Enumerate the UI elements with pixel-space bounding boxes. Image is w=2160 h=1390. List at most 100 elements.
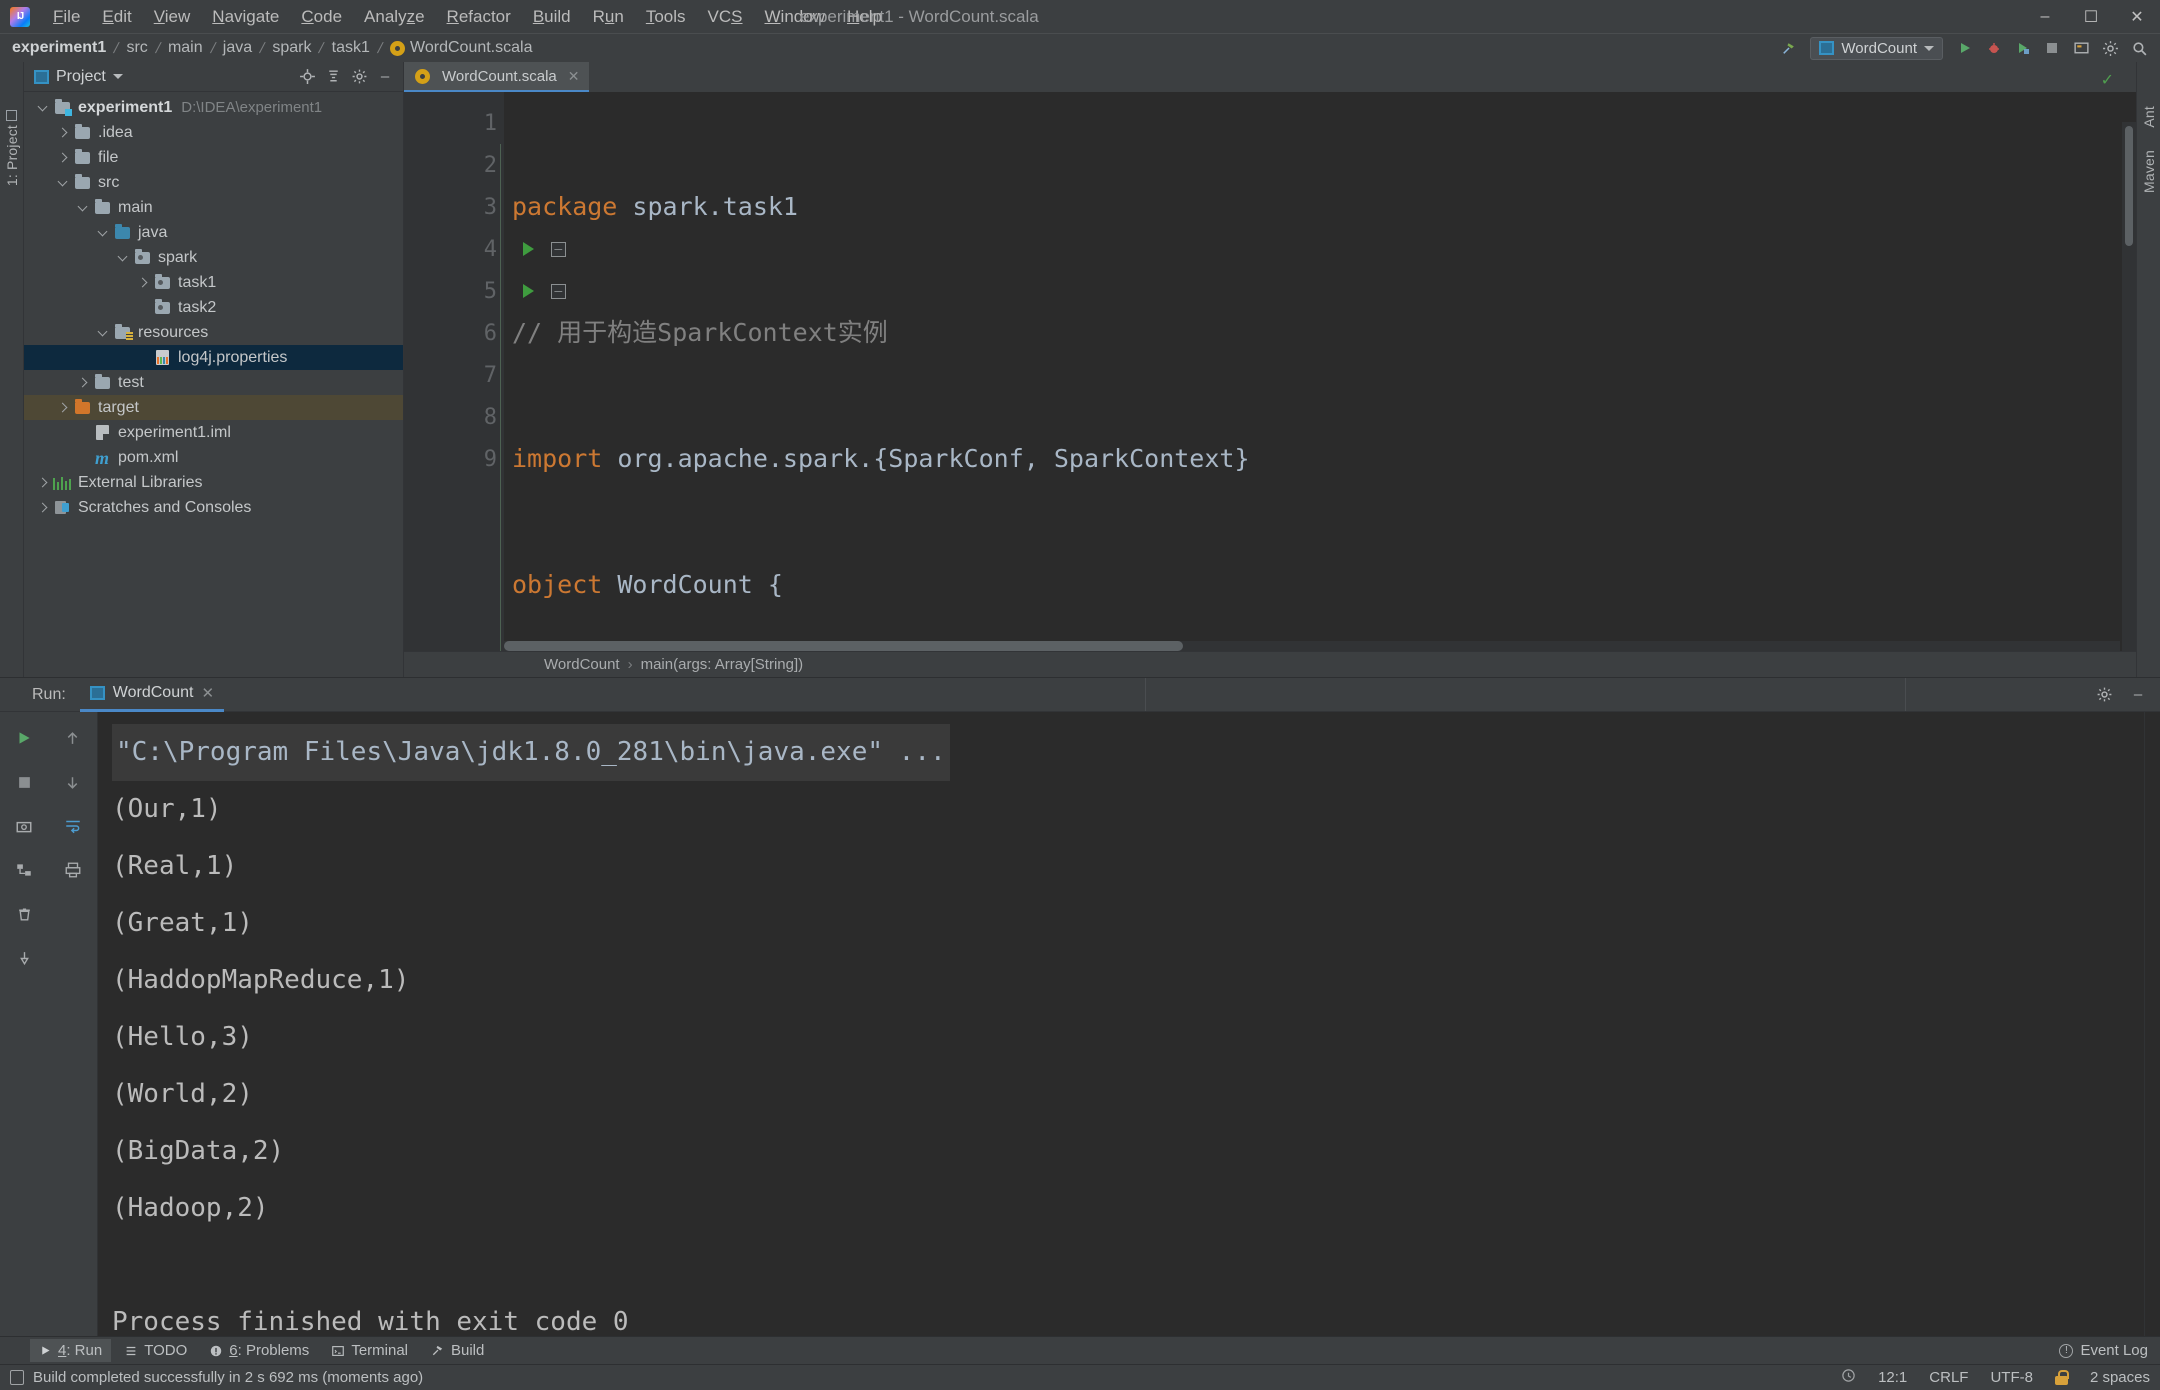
tab-build[interactable]: Build (421, 1339, 493, 1362)
run-console-scrollbar[interactable] (2144, 712, 2160, 1336)
editor-tab-wordcount-scala[interactable]: WordCount.scala ✕ (404, 62, 589, 92)
scroll-up-icon[interactable] (59, 724, 87, 752)
menu-tools[interactable]: Tools (635, 3, 697, 31)
collapse-all-icon[interactable] (321, 65, 345, 89)
breadcrumb-item-src[interactable]: src (126, 39, 147, 57)
print-screenshot-icon[interactable] (10, 812, 38, 840)
twisty-down-icon[interactable] (92, 331, 112, 335)
breadcrumb-item-project[interactable]: experiment1 (12, 39, 106, 57)
menu-build[interactable]: Build (522, 3, 582, 31)
tree-row[interactable]: task1 (24, 270, 403, 295)
tab-run[interactable]: 4: Run (30, 1339, 111, 1362)
tree-row[interactable]: java (24, 220, 403, 245)
twisty-down-icon[interactable] (32, 106, 52, 110)
tab-todo[interactable]: TODO (115, 1339, 196, 1362)
close-icon[interactable]: ✕ (568, 68, 580, 85)
tree-row[interactable]: resources (24, 320, 403, 345)
run-icon[interactable] (1952, 36, 1978, 60)
close-icon[interactable]: ✕ (201, 684, 214, 702)
settings-icon[interactable] (2092, 683, 2116, 707)
code-text[interactable]: package spark.task1 // 用于构造SparkContext实… (504, 92, 2136, 651)
debug-icon[interactable] (1981, 36, 2007, 60)
tree-row[interactable]: experiment1.iml (24, 420, 403, 445)
editor-gutter[interactable]: 1 2 3 4 – 5 – 6 7 8 9 (404, 92, 504, 651)
twisty-right-icon[interactable] (72, 379, 92, 386)
tree-row[interactable]: External Libraries (24, 470, 403, 495)
menu-view[interactable]: View (143, 3, 202, 31)
build-hammer-icon[interactable] (1775, 36, 1801, 60)
tree-row[interactable]: Scratches and Consoles (24, 495, 403, 520)
tree-row[interactable]: main (24, 195, 403, 220)
stop-icon[interactable] (10, 768, 38, 796)
tab-problems[interactable]: 6: Problems (200, 1339, 318, 1362)
tree-row[interactable]: target (24, 395, 403, 420)
menu-navigate[interactable]: Navigate (201, 3, 290, 31)
run-configuration-selector[interactable]: WordCount (1810, 37, 1943, 60)
maximize-button[interactable]: ☐ (2068, 0, 2114, 33)
breadcrumb-item-spark[interactable]: spark (272, 39, 311, 57)
file-encoding[interactable]: UTF-8 (1990, 1369, 2033, 1386)
breadcrumb-item-main[interactable]: main (168, 39, 203, 57)
code-editor[interactable]: 1 2 3 4 – 5 – 6 7 8 9 (404, 92, 2136, 651)
sidebar-item-project[interactable]: 1: Project (4, 110, 20, 186)
tree-row[interactable]: file (24, 145, 403, 170)
tree-row[interactable]: src (24, 170, 403, 195)
stop-icon[interactable] (2039, 36, 2065, 60)
breadcrumb-item-method[interactable]: main(args: Array[String]) (641, 656, 804, 673)
twisty-right-icon[interactable] (32, 504, 52, 511)
breadcrumb-item-java[interactable]: java (223, 39, 252, 57)
twisty-right-icon[interactable] (32, 479, 52, 486)
breadcrumb-item-task1[interactable]: task1 (332, 39, 370, 57)
twisty-right-icon[interactable] (52, 129, 72, 136)
menu-edit[interactable]: Edit (91, 3, 142, 31)
settings-icon[interactable] (347, 65, 371, 89)
event-log-button[interactable]: ! Event Log (2059, 1342, 2148, 1359)
sidebar-item-maven[interactable]: Maven (2141, 150, 2157, 193)
twisty-down-icon[interactable] (112, 256, 132, 260)
editor-horizontal-scrollbar[interactable] (504, 641, 2120, 651)
status-message-group[interactable]: Build completed successfully in 2 s 692 … (10, 1369, 423, 1386)
hide-icon[interactable]: – (373, 65, 397, 89)
dump-threads-icon[interactable] (10, 856, 38, 884)
close-button[interactable]: ✕ (2114, 0, 2160, 33)
twisty-down-icon[interactable] (72, 206, 92, 210)
tree-row-selected[interactable]: log4j.properties (24, 345, 403, 370)
project-panel-title-group[interactable]: Project (34, 68, 123, 86)
menu-code[interactable]: Code (290, 3, 353, 31)
menu-run[interactable]: Run (582, 3, 635, 31)
breadcrumb-item-object[interactable]: WordCount (544, 656, 620, 673)
line-separator[interactable]: CRLF (1929, 1369, 1968, 1386)
menu-analyze[interactable]: Analyze (353, 3, 436, 31)
locate-icon[interactable] (295, 65, 319, 89)
editor-vertical-scrollbar[interactable] (2122, 122, 2136, 651)
read-only-lock-icon[interactable] (2055, 1370, 2068, 1385)
minimize-button[interactable]: – (2022, 0, 2068, 33)
caret-position[interactable]: 12:1 (1878, 1369, 1907, 1386)
search-everywhere-icon[interactable] (2068, 36, 2094, 60)
twisty-right-icon[interactable] (52, 154, 72, 161)
pin-icon[interactable] (10, 944, 38, 972)
tab-terminal[interactable]: Terminal (322, 1339, 417, 1362)
twisty-right-icon[interactable] (52, 404, 72, 411)
indent-setting[interactable]: 2 spaces (2090, 1369, 2150, 1386)
menu-refactor[interactable]: Refactor (436, 3, 522, 31)
tree-row[interactable]: .idea (24, 120, 403, 145)
tree-row[interactable]: experiment1 D:\IDEA\experiment1 (24, 95, 403, 120)
tree-row[interactable]: spark (24, 245, 403, 270)
hide-icon[interactable]: – (2126, 683, 2150, 707)
run-tab-wordcount[interactable]: WordCount ✕ (80, 678, 224, 712)
scroll-down-icon[interactable] (59, 768, 87, 796)
event-log-clock-icon[interactable] (1841, 1368, 1856, 1387)
breadcrumb-item-file[interactable]: WordCount.scala (410, 39, 532, 57)
trash-icon[interactable] (10, 900, 38, 928)
menu-vcs[interactable]: VCS (697, 3, 754, 31)
run-console-output[interactable]: "C:\Program Files\Java\jdk1.8.0_281\bin\… (98, 712, 2144, 1336)
run-coverage-icon[interactable] (2010, 36, 2036, 60)
inspections-ok-checkmark-icon[interactable]: ✓ (2101, 70, 2114, 90)
tree-row[interactable]: m pom.xml (24, 445, 403, 470)
rerun-icon[interactable] (10, 724, 38, 752)
twisty-down-icon[interactable] (92, 231, 112, 235)
sidebar-item-ant[interactable]: Ant (2141, 106, 2157, 128)
menu-file[interactable]: File (42, 3, 91, 31)
settings-icon[interactable] (2097, 36, 2123, 60)
